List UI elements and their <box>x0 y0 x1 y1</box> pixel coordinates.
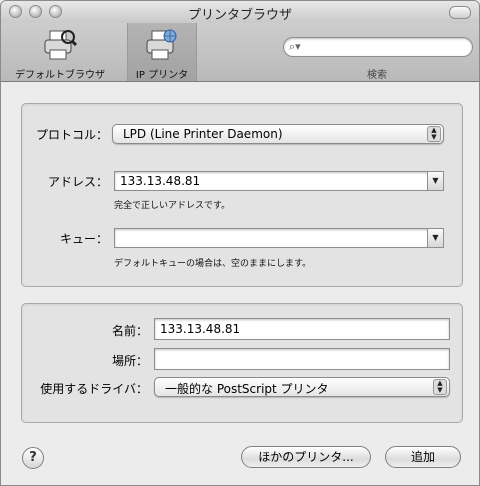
location-label: 場所： <box>111 354 148 368</box>
add-button[interactable]: 追加 <box>385 446 461 468</box>
name-label: 名前： <box>111 324 148 338</box>
address-value: 133.13.48.81 <box>120 174 201 188</box>
toolbar-item-label: デフォルトブラウザ <box>15 70 105 81</box>
address-combobox[interactable]: 133.13.48.81 ▼ <box>114 171 444 191</box>
queue-hint: デフォルトキューの場合は、空のままにします。 <box>114 259 312 269</box>
help-button[interactable]: ? <box>22 447 44 469</box>
printer-browser-window: プリンタブラウザ デフォルトブラウザ IP プリンタ ⌕▾ 検索 プロトコル： … <box>0 0 480 486</box>
driver-select[interactable]: 一般的な PostScript プリンタ ▲ ▼ <box>154 377 450 397</box>
printer-icon <box>44 30 78 60</box>
search-label: 検索 <box>367 70 387 81</box>
name-field[interactable]: 133.13.48.81 <box>154 318 450 340</box>
name-value: 133.13.48.81 <box>160 322 241 336</box>
toolbar-item-default-browser[interactable]: デフォルトブラウザ <box>5 23 115 81</box>
chevron-down-icon[interactable]: ▼ <box>427 229 443 247</box>
toolbar-toggle-button[interactable] <box>449 6 471 19</box>
other-printers-button[interactable]: ほかのプリンタ... <box>241 446 371 468</box>
search-icon: ⌕▾ <box>289 40 301 53</box>
chevron-down-icon[interactable]: ▼ <box>427 172 443 190</box>
network-printer-icon <box>146 29 177 60</box>
location-field[interactable] <box>154 348 450 370</box>
driver-label: 使用するドライバ： <box>40 382 148 396</box>
connection-group: プロトコル： LPD (Line Printer Daemon) ▲ ▼ アドレス… <box>21 103 463 287</box>
toolbar: デフォルトブラウザ IP プリンタ ⌕▾ 検索 <box>1 23 479 82</box>
search-input[interactable]: ⌕▾ <box>283 37 473 57</box>
queue-label: キュー： <box>59 232 108 246</box>
title-bar: プリンタブラウザ <box>1 1 479 23</box>
driver-value: 一般的な PostScript プリンタ <box>165 382 329 396</box>
address-label: アドレス： <box>47 175 108 189</box>
printer-details-group: 名前： 133.13.48.81 場所： 使用するドライバ： 一般的な Post… <box>21 303 463 423</box>
window-title: プリンタブラウザ <box>187 8 292 23</box>
updown-arrows-icon: ▲ ▼ <box>427 126 441 142</box>
protocol-label: プロトコル： <box>35 128 108 142</box>
updown-arrows-icon: ▲ ▼ <box>433 379 447 395</box>
protocol-select[interactable]: LPD (Line Printer Daemon) ▲ ▼ <box>112 124 444 144</box>
protocol-value: LPD (Line Printer Daemon) <box>123 127 283 141</box>
address-hint: 完全で正しいアドレスです。 <box>114 201 231 211</box>
toolbar-item-ip-printer[interactable]: IP プリンタ <box>127 23 197 81</box>
queue-combobox[interactable]: ▼ <box>114 228 444 248</box>
toolbar-item-label: IP プリンタ <box>135 70 189 81</box>
